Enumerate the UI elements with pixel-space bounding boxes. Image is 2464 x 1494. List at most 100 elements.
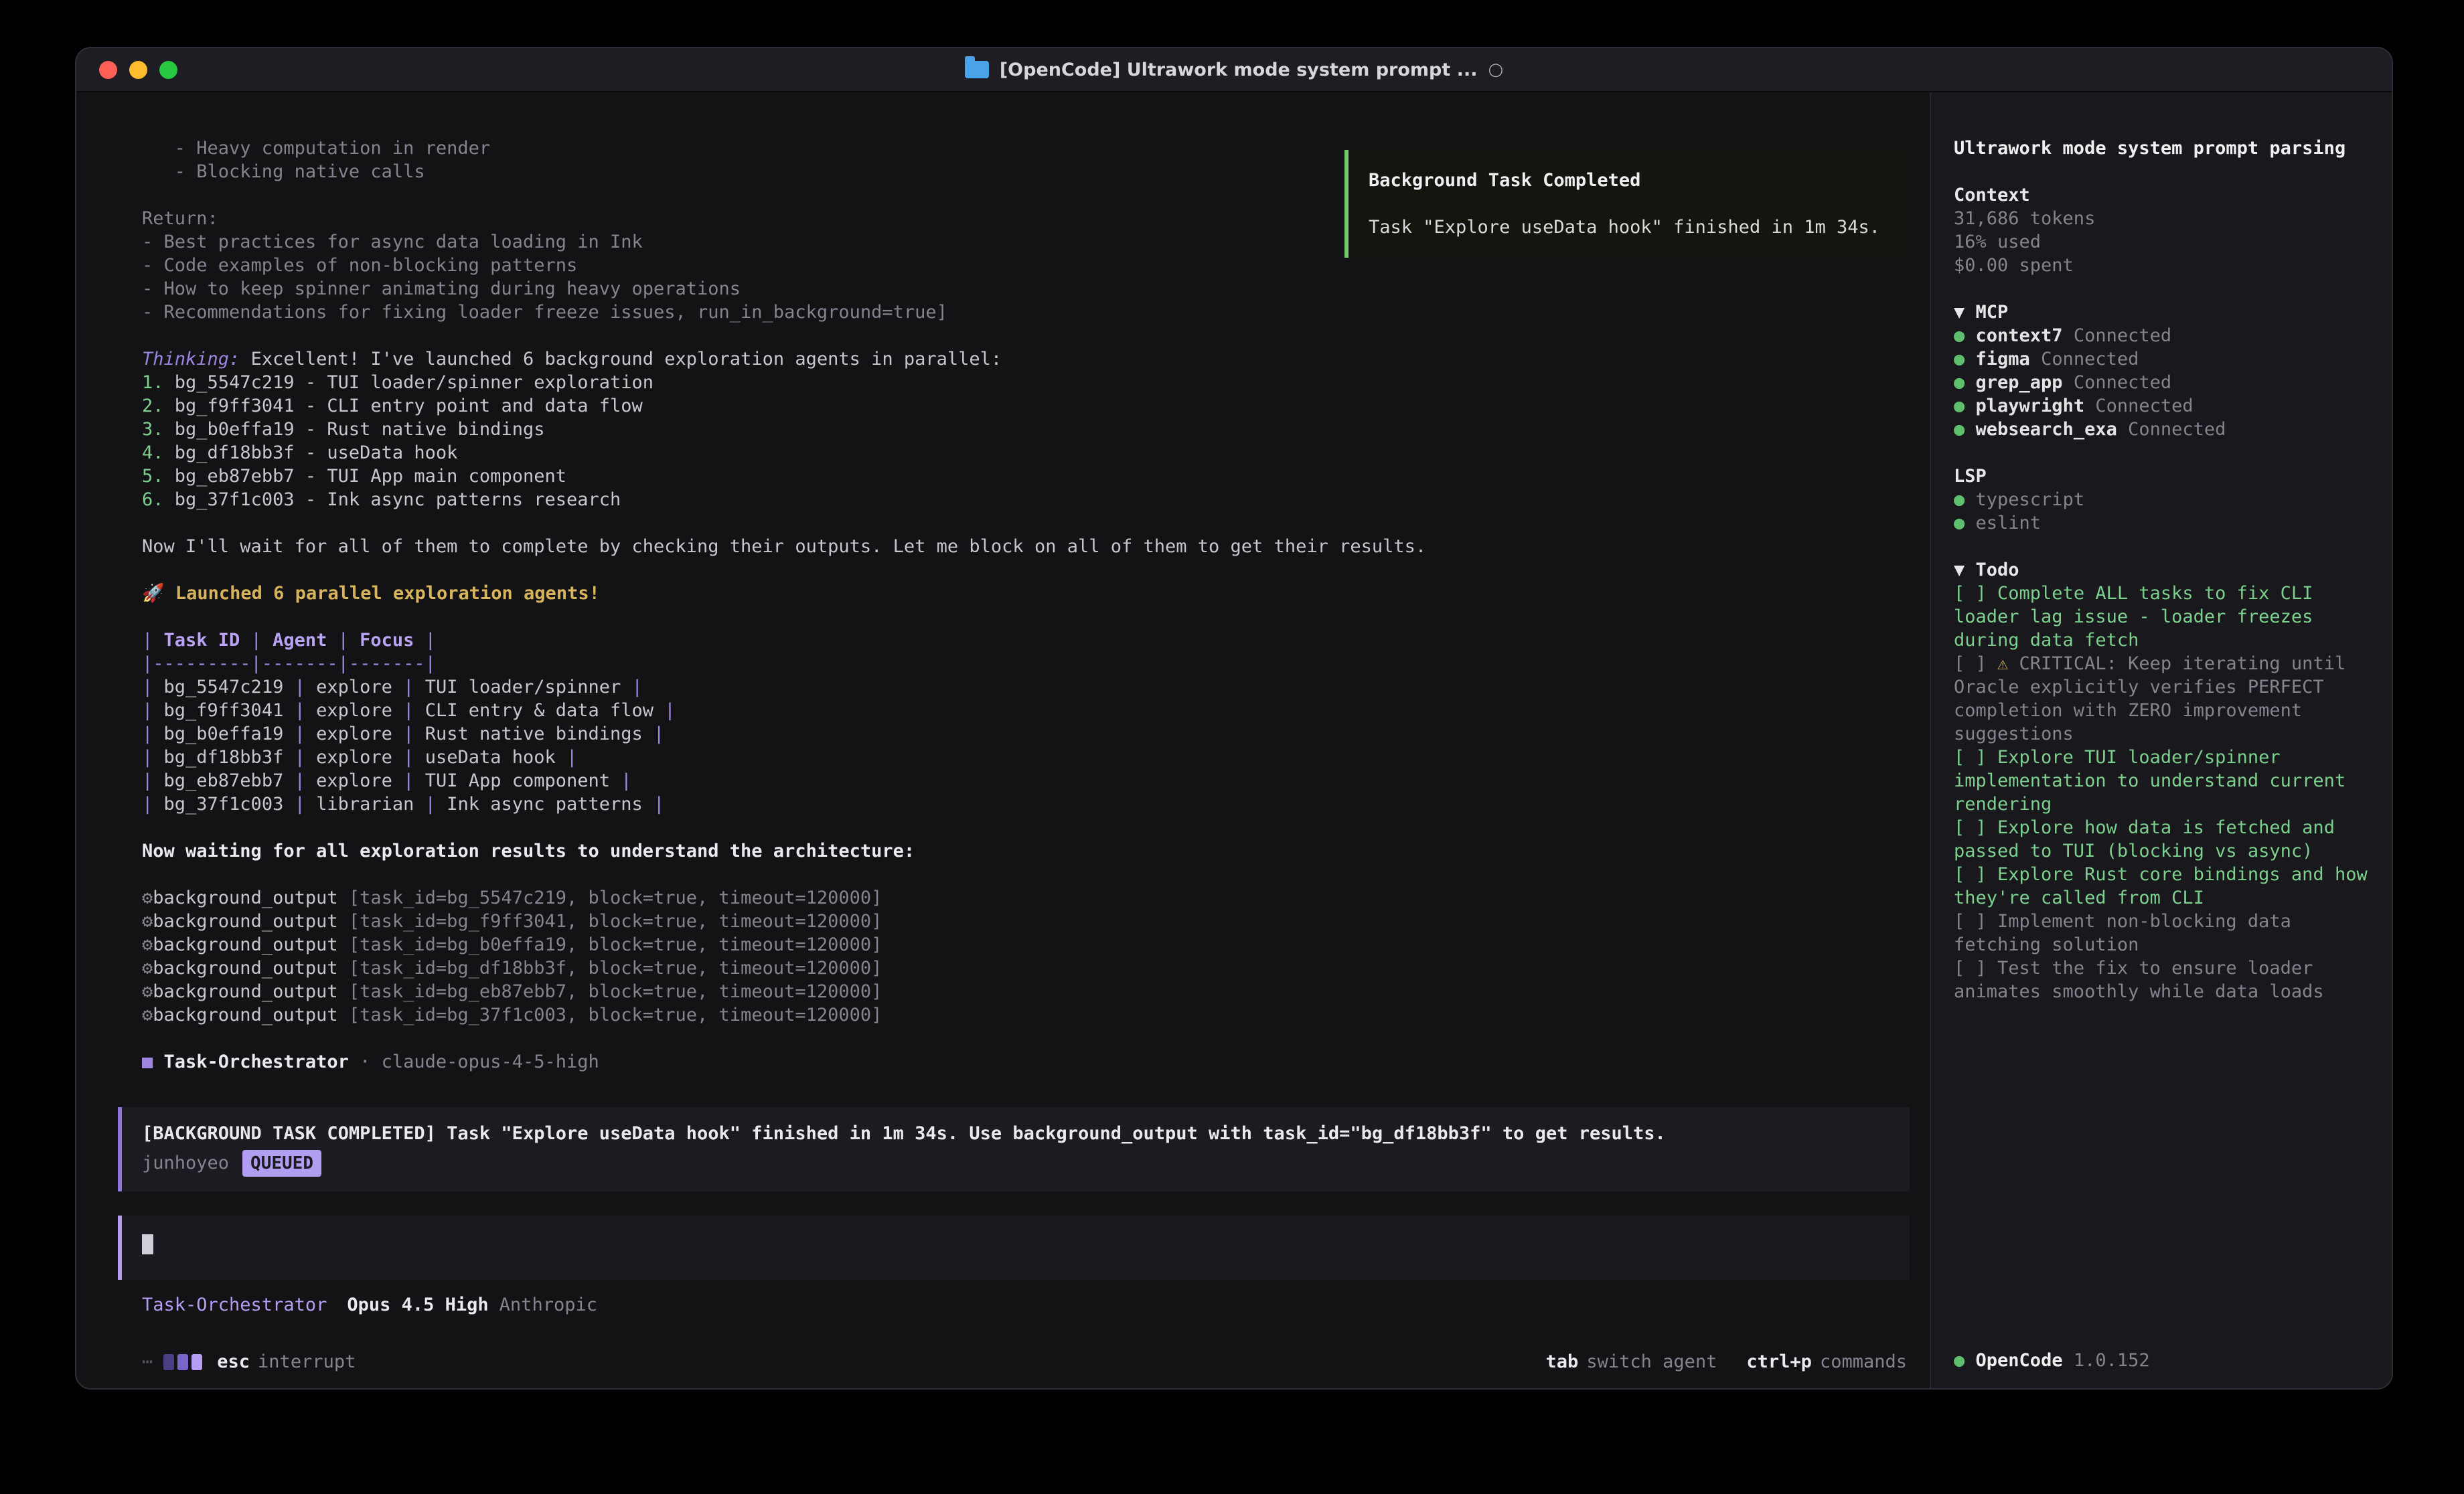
todo-text: Test the fix to ensure loader animates s… [1954,958,2324,1002]
esc-key-label: interrupt [258,1351,356,1372]
queued-user-label: junhoyeo [142,1151,229,1175]
app-brand: OpenCode [1976,1350,2063,1371]
completed-task-panel: [BACKGROUND TASK COMPLETED] Task "Explor… [118,1107,1910,1191]
lsp-section: LSP ● typescript● eslint [1954,465,2373,535]
mcp-server-name: websearch_exa [1965,419,2117,440]
tab-key-hint: tab [1546,1351,1579,1372]
terminal-line: - How to keep spinner animating during h… [142,277,1910,301]
close-button[interactable] [99,61,117,79]
todo-item: [ ] Explore Rust core bindings and how t… [1954,863,2373,910]
mcp-server-name: grep_app [1965,372,2062,393]
tab-key-label: switch agent [1586,1351,1717,1372]
terminal-line: | bg_f9ff3041 | explore | CLI entry & da… [142,699,1910,722]
lsp-heading: LSP [1954,465,2373,488]
status-dot-icon: ● [1954,349,1965,369]
terminal-line: | bg_b0effa19 | explore | Rust native bi… [142,722,1910,746]
lsp-server-name: eslint [1965,513,2041,533]
status-dot-icon: ● [1954,396,1965,416]
notification-title: Background Task Completed [1369,169,1887,192]
minimize-button[interactable] [129,61,147,79]
terminal-line: Now waiting for all exploration results … [142,839,1910,863]
status-bar: ⋯ esc interrupt tab switch agent ctrl+p … [142,1351,1907,1372]
prompt-input[interactable] [118,1216,1910,1280]
traffic-lights [99,48,177,91]
todo-text: Implement non-blocking data fetching sol… [1954,911,2302,955]
mcp-server-name: figma [1965,349,2030,369]
status-bar-right: tab switch agent ctrl+p commands [1546,1351,1907,1372]
status-dot-icon: ● [1954,325,1965,346]
text-cursor [142,1234,153,1254]
mcp-list: ● context7 Connected● figma Connected● g… [1954,324,2373,441]
terminal-line: | Task ID | Agent | Focus | [142,629,1910,652]
mcp-server-row: ● figma Connected [1954,347,2373,371]
terminal-line: |---------|-------|-------| [142,652,1910,675]
mcp-server-name: playwright [1965,396,2084,416]
activity-block [177,1354,188,1370]
todo-heading: ▼ Todo [1954,558,2373,582]
activity-block [163,1354,174,1370]
terminal-line: ■ Task-Orchestrator · claude-opus-4-5-hi… [142,1050,1910,1074]
todo-item: [ ] Test the fix to ensure loader animat… [1954,957,2373,1003]
todo-checkbox: [ ] [1954,653,1997,674]
mcp-section: ▼ MCP ● context7 Connected● figma Connec… [1954,301,2373,441]
app-version: 1.0.152 [2074,1350,2150,1371]
todo-checkbox: [ ] [1954,583,1997,604]
mcp-server-status: Connected [2030,349,2139,369]
window-title-text: [OpenCode] Ultrawork mode system prompt … [1000,60,1478,80]
activity-dots: ⋯ [142,1351,155,1372]
terminal-line [142,511,1910,535]
terminal-line: | bg_df18bb3f | explore | useData hook | [142,746,1910,769]
status-dot-icon: ● [1954,372,1965,393]
todo-item: [ ] Explore how data is fetched and pass… [1954,816,2373,863]
session-title: Ultrawork mode system prompt parsing [1954,137,2373,160]
status-dot-icon: ● [1954,1350,1965,1371]
terminal-line: 5. bg_eb87ebb7 - TUI App main component [142,465,1910,488]
terminal-line: ⚙background_output [task_id=bg_b0effa19,… [142,933,1910,957]
terminal-main: - Heavy computation in render - Blocking… [76,92,1930,1388]
terminal-line [142,816,1910,839]
mcp-server-row: ● context7 Connected [1954,324,2373,347]
terminal-line: | bg_37f1c003 | librarian | Ink async pa… [142,793,1910,816]
terminal-line: ⚙background_output [task_id=bg_f9ff3041,… [142,910,1910,933]
terminal-line: ⚙background_output [task_id=bg_eb87ebb7,… [142,980,1910,1003]
todo-section: ▼ Todo [ ] Complete ALL tasks to fix CLI… [1954,558,2373,1003]
todo-item: [ ] Explore TUI loader/spinner implement… [1954,746,2373,816]
queued-badge: QUEUED [242,1150,321,1177]
terminal-window: [OpenCode] Ultrawork mode system prompt … [75,47,2393,1390]
mcp-server-status: Connected [2063,325,2172,346]
terminal-line: 1. bg_5547c219 - TUI loader/spinner expl… [142,371,1910,394]
mcp-heading: ▼ MCP [1954,301,2373,324]
terminal-line: | bg_eb87ebb7 | explore | TUI App compon… [142,769,1910,793]
terminal-line: ⚙background_output [task_id=bg_37f1c003,… [142,1003,1910,1027]
todo-text: Complete ALL tasks to fix CLI loader lag… [1954,583,2324,651]
mcp-server-row: ● grep_app Connected [1954,371,2373,394]
sidebar: Ultrawork mode system prompt parsing Con… [1931,92,2392,1388]
warning-icon: ⚠ [1997,653,2019,674]
context-heading: Context [1954,183,2373,207]
mcp-server-status: Connected [2084,396,2193,416]
terminal-line: 4. bg_df18bb3f - useData hook [142,441,1910,465]
mcp-server-row: ● websearch_exa Connected [1954,418,2373,441]
todo-checkbox: [ ] [1954,817,1997,838]
zoom-button[interactable] [159,61,177,79]
activity-block [191,1354,202,1370]
terminal-line: Thinking: Excellent! I've launched 6 bac… [142,347,1910,371]
background-task-notification: Background Task Completed Task "Explore … [1344,150,1907,258]
terminal-line: 6. bg_37f1c003 - Ink async patterns rese… [142,488,1910,511]
todo-list: [ ] Complete ALL tasks to fix CLI loader… [1954,582,2373,1003]
mcp-server-name: context7 [1965,325,2062,346]
completed-task-message: [BACKGROUND TASK COMPLETED] Task "Explor… [142,1122,1890,1146]
lsp-server-row: ● eslint [1954,511,2373,535]
session-activity-indicator [163,1354,202,1370]
todo-text: Explore how data is fetched and passed t… [1954,817,2345,861]
modified-indicator-icon: ○ [1488,60,1503,80]
lsp-server-row: ● typescript [1954,488,2373,511]
todo-item: [ ] Complete ALL tasks to fix CLI loader… [1954,582,2373,652]
todo-checkbox: [ ] [1954,864,1997,885]
context-used: 16% used [1954,230,2373,254]
context-spent: $0.00 spent [1954,254,2373,277]
mcp-server-status: Connected [2063,372,2172,393]
terminal-line: | bg_5547c219 | explore | TUI loader/spi… [142,675,1910,699]
status-dot-icon: ● [1954,419,1965,440]
terminal-line: 2. bg_f9ff3041 - CLI entry point and dat… [142,394,1910,418]
